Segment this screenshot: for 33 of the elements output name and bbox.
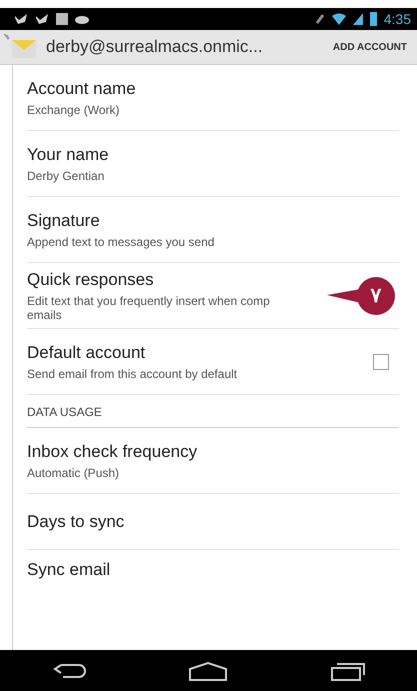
- checkbox[interactable]: [373, 354, 389, 370]
- settings-row[interactable]: Account name Exchange (Work): [27, 65, 399, 131]
- signal-icon: [352, 13, 363, 25]
- home-icon[interactable]: [188, 660, 228, 680]
- add-account-button[interactable]: ADD ACCOUNT: [328, 38, 411, 56]
- square-icon: [56, 13, 68, 25]
- settings-row[interactable]: Inbox check frequency Automatic (Push): [27, 428, 399, 494]
- setting-summary: Edit text that you frequently insert when comp emails: [27, 294, 271, 322]
- settings-row[interactable]: Your name Derby Gentian: [27, 131, 399, 197]
- setting-title: Account name: [27, 78, 137, 98]
- account-address: derby@surrealmacs.onmic...: [46, 37, 264, 57]
- setting-summary: Exchange (Work): [27, 102, 120, 116]
- setting-title: Default account: [27, 342, 146, 362]
- section-header: DATA USAGE: [27, 395, 399, 428]
- setting-title: Days to sync: [27, 512, 126, 532]
- settings-row[interactable]: Sync email: [27, 550, 399, 590]
- settings-row[interactable]: Days to sync: [27, 494, 399, 550]
- setting-title: Quick responses: [27, 270, 155, 290]
- setting-summary: Send email from this account by default: [27, 366, 238, 380]
- clock-time: 4:35: [384, 11, 411, 27]
- setting-summary: Derby Gentian: [27, 168, 106, 182]
- battery-icon: [370, 12, 377, 26]
- setting-summary: Append text to messages you send: [27, 234, 216, 248]
- setting-title: Inbox check frequency: [27, 442, 198, 462]
- settings-row[interactable]: Signature Append text to messages you send: [27, 197, 399, 263]
- settings-row[interactable]: Default account Send email from this account by default: [27, 329, 399, 395]
- wifi-icon: [332, 13, 346, 25]
- recent-apps-icon[interactable]: [330, 660, 366, 680]
- setting-summary: Automatic (Push): [27, 466, 120, 480]
- setting-title: Signature: [27, 210, 101, 230]
- setting-title: Sync email: [27, 560, 112, 580]
- cloud-icon: [75, 14, 89, 24]
- setting-title: Your name: [27, 144, 110, 164]
